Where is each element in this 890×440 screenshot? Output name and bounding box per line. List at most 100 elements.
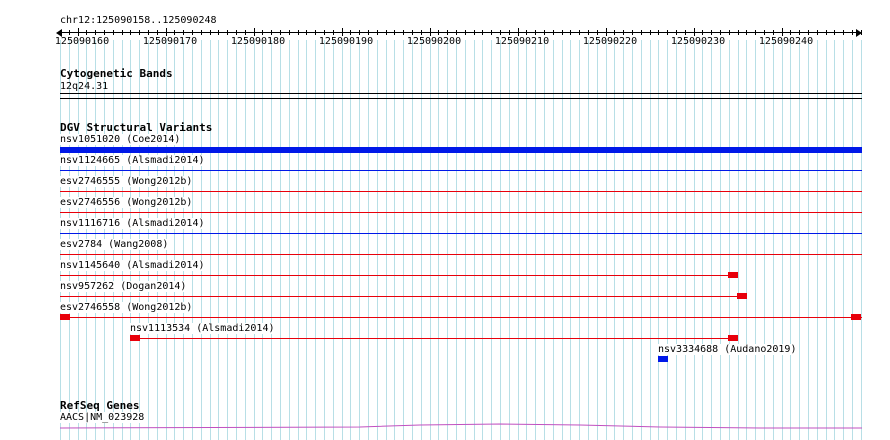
ruler-tick [60, 30, 61, 35]
ruler-tick [570, 30, 571, 35]
ruler-tick [711, 30, 712, 35]
ruler-tick [808, 30, 809, 35]
ruler-tick [826, 30, 827, 35]
ruler-tick [526, 30, 527, 35]
ruler-tick-label: 125090200 [406, 36, 462, 47]
variant-feature[interactable] [60, 233, 862, 234]
variant-label[interactable]: nsv1113534 (Alsmadi2014) [130, 323, 275, 334]
ruler-tick [183, 30, 184, 35]
ruler-tick [262, 30, 263, 35]
ruler-tick [254, 28, 255, 36]
ruler-tick [518, 28, 519, 36]
ruler-tick-label: 125090230 [670, 36, 726, 47]
ruler-tick [834, 30, 835, 35]
ruler-tick [456, 30, 457, 35]
refseq-gene-line[interactable] [60, 418, 862, 430]
ruler-tick-label: 125090160 [54, 36, 110, 47]
cytoband-label: 12q24.31 [60, 81, 109, 92]
variant-label[interactable]: nsv3334688 (Audano2019) [658, 344, 797, 355]
ruler-tick [641, 30, 642, 35]
ruler-tick [685, 30, 686, 35]
ruler-tick [289, 30, 290, 35]
ruler-tick [86, 30, 87, 35]
variant-feature[interactable] [130, 338, 738, 339]
variant-block[interactable] [60, 314, 70, 320]
ruler-tick [113, 30, 114, 35]
ruler-tick [104, 30, 105, 35]
variant-label[interactable]: nsv1145640 (Alsmadi2014) [60, 260, 205, 271]
ruler-tick [676, 30, 677, 35]
variant-label[interactable]: nsv1051020 (Coe2014) [60, 134, 181, 145]
refseq-track-title: RefSeq Genes [60, 399, 140, 412]
variant-feature[interactable] [60, 296, 740, 297]
ruler-tick [306, 30, 307, 35]
ruler-tick [271, 30, 272, 35]
ruler-tick-label: 125090220 [582, 36, 638, 47]
ruler-tick [852, 30, 853, 35]
ruler-tick [667, 30, 668, 35]
ruler-tick [579, 30, 580, 35]
variant-block[interactable] [737, 293, 747, 299]
ruler-tick [746, 30, 747, 35]
variant-feature[interactable] [60, 212, 862, 213]
ruler-tick [412, 30, 413, 35]
cytoband-line-top [60, 93, 862, 94]
variant-label[interactable]: nsv957262 (Dogan2014) [60, 281, 187, 292]
variant-feature[interactable] [60, 147, 862, 153]
ruler-tick [773, 30, 774, 35]
ruler-tick [658, 30, 659, 35]
ruler-tick [544, 30, 545, 35]
cytoband-track-title: Cytogenetic Bands [60, 67, 173, 80]
variant-label[interactable]: esv2746556 (Wong2012b) [60, 197, 193, 208]
ruler-tick [764, 30, 765, 35]
ruler-tick [280, 30, 281, 35]
ruler-tick [218, 30, 219, 35]
ruler-tick [122, 30, 123, 35]
ruler-tick [553, 30, 554, 35]
variant-feature[interactable] [60, 317, 862, 318]
ruler-tick [69, 30, 70, 35]
ruler-tick [421, 30, 422, 35]
variant-feature[interactable] [60, 275, 732, 276]
ruler-tick [447, 30, 448, 35]
ruler-tick [588, 30, 589, 35]
variant-block[interactable] [851, 314, 861, 320]
variant-feature[interactable] [60, 254, 862, 255]
ruler-tick [782, 28, 783, 36]
ruler-tick-label: 125090210 [494, 36, 550, 47]
ruler-axis [60, 32, 862, 33]
ruler-tick [535, 30, 536, 35]
ruler-tick [227, 30, 228, 35]
ruler-tick [333, 30, 334, 35]
ruler-tick [78, 28, 79, 36]
ruler-tick [509, 30, 510, 35]
ruler-tick [738, 30, 739, 35]
ruler-tick [861, 30, 862, 35]
dgv-track-title: DGV Structural Variants [60, 121, 213, 134]
variant-block[interactable] [728, 335, 738, 341]
ruler-tick [702, 30, 703, 35]
variant-label[interactable]: esv2784 (Wang2008) [60, 239, 169, 250]
variant-label[interactable]: nsv1124665 (Alsmadi2014) [60, 155, 205, 166]
variant-block[interactable] [728, 272, 738, 278]
ruler-tick [403, 30, 404, 35]
ruler-tick [491, 30, 492, 35]
variant-feature[interactable] [60, 170, 862, 171]
ruler-tick [755, 30, 756, 35]
ruler-tick [500, 30, 501, 35]
ruler-tick [562, 30, 563, 35]
ruler-tick [438, 30, 439, 35]
ruler-tick [394, 30, 395, 35]
ruler-tick [174, 30, 175, 35]
ruler-tick [342, 28, 343, 36]
variant-feature[interactable] [60, 191, 862, 192]
ruler-tick [465, 30, 466, 35]
variant-block[interactable] [130, 335, 140, 341]
ruler-tick [139, 30, 140, 35]
variant-label[interactable]: esv2746555 (Wong2012b) [60, 176, 193, 187]
ruler-tick [720, 30, 721, 35]
variant-block[interactable] [658, 356, 668, 362]
cytoband-line-bottom [60, 98, 862, 99]
variant-label[interactable]: esv2746558 (Wong2012b) [60, 302, 193, 313]
variant-label[interactable]: nsv1116716 (Alsmadi2014) [60, 218, 205, 229]
